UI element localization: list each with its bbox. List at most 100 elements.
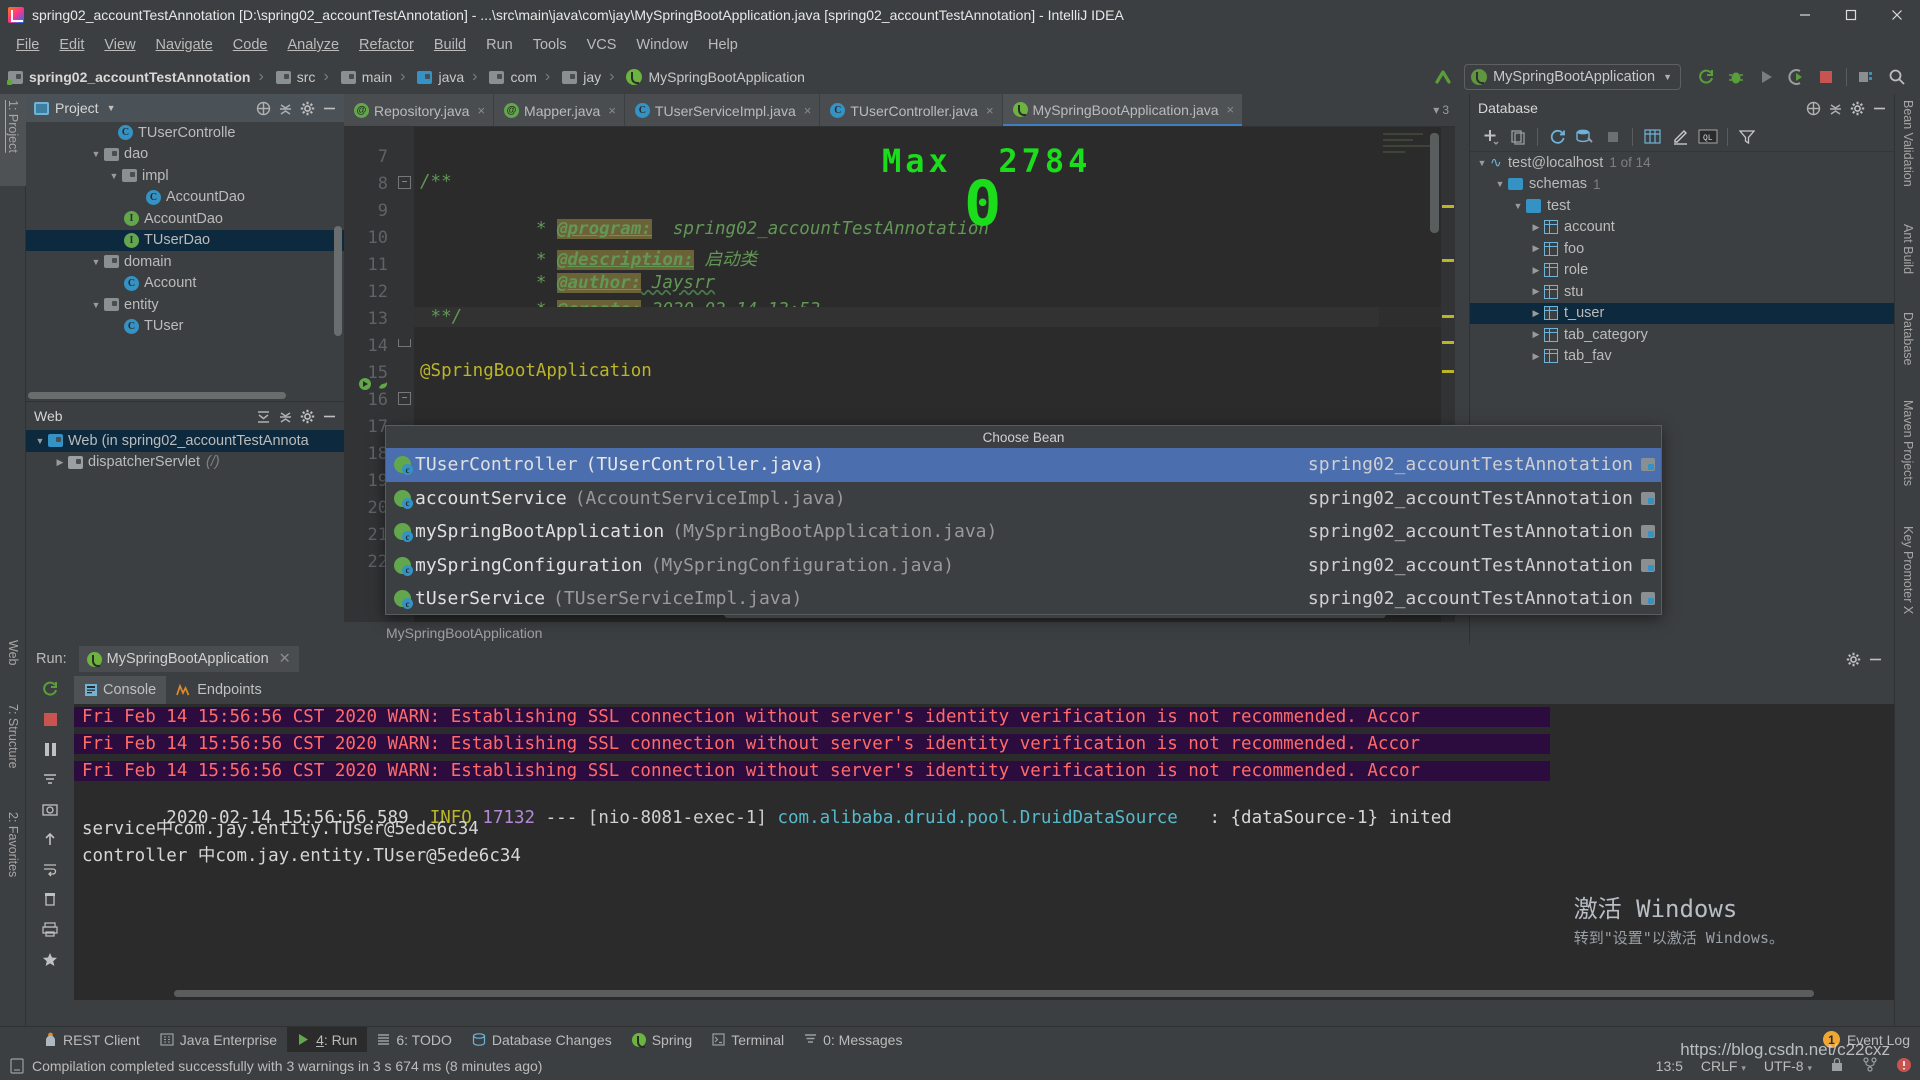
tool-button-ant-build[interactable]: Ant Build: [1895, 218, 1920, 302]
menu-navigate[interactable]: Navigate: [146, 34, 223, 56]
tree-item-tuserdao[interactable]: I TUserDao: [26, 229, 344, 251]
line-separator[interactable]: CRLF ▾: [1701, 1058, 1746, 1074]
bean-row-tusercontroller[interactable]: TUserController (TUserController.java) s…: [386, 448, 1661, 482]
chevron-down-icon[interactable]: ▼: [88, 257, 104, 267]
editor-tab-tuserserviceimpl[interactable]: C TUserServiceImpl.java ×: [624, 94, 820, 126]
bean-row-myspringbootapplication[interactable]: mySpringBootApplication (MySpringBootApp…: [386, 515, 1661, 549]
close-icon[interactable]: ×: [608, 103, 616, 118]
bottom-tab-messages[interactable]: 0: Messages: [794, 1027, 912, 1053]
gear-icon[interactable]: [296, 405, 318, 427]
bottom-tab-database-changes[interactable]: Database Changes: [462, 1027, 622, 1053]
chevron-right-icon[interactable]: ▶: [1528, 329, 1544, 340]
chevron-down-icon[interactable]: ▼: [106, 171, 122, 181]
tool-button-structure[interactable]: 7: Structure: [0, 698, 26, 802]
fold-end-icon[interactable]: [398, 339, 411, 347]
tree-item-web-module[interactable]: ▼ Web (in spring02_accountTestAnnota: [26, 430, 344, 452]
menu-view[interactable]: View: [94, 34, 145, 56]
sort-icon[interactable]: [26, 764, 74, 794]
chevron-right-icon[interactable]: ▶: [1528, 265, 1544, 276]
modify-table-icon[interactable]: [1666, 125, 1694, 149]
db-node-tab-fav[interactable]: ▶ tab_fav: [1470, 346, 1894, 368]
breadcrumb-src[interactable]: src ›: [268, 60, 333, 94]
tree-item-account[interactable]: C Account: [26, 273, 344, 295]
datasource-properties-icon[interactable]: [1571, 125, 1599, 149]
run-with-coverage-icon[interactable]: [1781, 62, 1811, 92]
scroll-up-icon[interactable]: [26, 824, 74, 854]
db-node-stu[interactable]: ▶ stu: [1470, 281, 1894, 303]
tree-item-dao[interactable]: ▼ dao: [26, 144, 344, 166]
rerun-icon[interactable]: [26, 674, 74, 704]
bean-row-myspringconfiguration[interactable]: mySpringConfiguration (MySpringConfigura…: [386, 549, 1661, 583]
minimize-button[interactable]: [1782, 0, 1828, 30]
console-horizontal-scrollbar[interactable]: [174, 990, 1814, 997]
breadcrumb-main[interactable]: main ›: [333, 60, 410, 94]
choose-bean-popup[interactable]: Choose Bean TUserController (TUserContro…: [385, 425, 1662, 615]
menu-refactor[interactable]: Refactor: [349, 34, 424, 56]
chevron-down-icon[interactable]: ▼: [32, 436, 48, 446]
close-icon[interactable]: ×: [477, 103, 485, 118]
tool-button-project[interactable]: 1: Project: [0, 94, 26, 186]
hide-panel-icon[interactable]: [1864, 648, 1886, 670]
project-tree[interactable]: C TUserControlle ▼ dao ▼ impl C AccountD…: [26, 122, 344, 401]
soft-wrap-icon[interactable]: [26, 854, 74, 884]
breadcrumb-java[interactable]: java ›: [409, 60, 481, 94]
tool-button-maven-projects[interactable]: Maven Projects: [1895, 394, 1920, 514]
menu-analyze[interactable]: Analyze: [277, 34, 349, 56]
db-node-connection[interactable]: ▼ ∿ test@localhost 1 of 14: [1470, 152, 1894, 174]
tree-item-impl[interactable]: ▼ impl: [26, 165, 344, 187]
bottom-tab-java-enterprise[interactable]: Java Enterprise: [150, 1027, 287, 1053]
console-output[interactable]: Fri Feb 14 15:56:56 CST 2020 WARN: Estab…: [74, 704, 1894, 1000]
fold-collapse-icon[interactable]: −: [398, 176, 411, 189]
db-node-foo[interactable]: ▶ foo: [1470, 238, 1894, 260]
editor-breadcrumb[interactable]: MySpringBootApplication: [344, 622, 1455, 644]
editor-tabs-overflow[interactable]: ▾ 3: [1433, 94, 1455, 126]
editor-tab-myspringbootapplication[interactable]: MySpringBootApplication.java ×: [1002, 94, 1243, 126]
bottom-tab-spring[interactable]: Spring: [622, 1027, 702, 1053]
tool-button-bean-validation[interactable]: Bean Validation: [1895, 94, 1920, 214]
clear-all-icon[interactable]: [26, 884, 74, 914]
caret-position[interactable]: 13:5: [1656, 1058, 1683, 1074]
table-editor-icon[interactable]: [1638, 125, 1666, 149]
db-node-role[interactable]: ▶ role: [1470, 260, 1894, 282]
maximize-button[interactable]: [1828, 0, 1874, 30]
editor-tab-mapper[interactable]: @ Mapper.java ×: [494, 94, 624, 126]
menu-window[interactable]: Window: [626, 34, 698, 56]
tree-item-tuser[interactable]: C TUser: [26, 316, 344, 338]
subtab-endpoints[interactable]: Endpoints: [166, 676, 272, 704]
run-icon[interactable]: [1751, 62, 1781, 92]
favorite-icon[interactable]: [26, 944, 74, 974]
project-structure-icon[interactable]: [1852, 62, 1882, 92]
chevron-down-icon[interactable]: ▼: [1510, 201, 1526, 211]
gutter-spring-icon[interactable]: [376, 377, 390, 396]
tree-item-accountdao[interactable]: I AccountDao: [26, 208, 344, 230]
collapse-all-icon[interactable]: [1824, 97, 1846, 119]
db-node-tab-category[interactable]: ▶ tab_category: [1470, 324, 1894, 346]
tree-item-accountdaoimpl[interactable]: C AccountDao: [26, 187, 344, 209]
tool-button-key-promoter[interactable]: Key Promoter X: [1895, 520, 1920, 644]
camera-icon[interactable]: [26, 794, 74, 824]
tool-button-database[interactable]: Database: [1895, 306, 1920, 390]
menu-vcs[interactable]: VCS: [577, 34, 627, 56]
menu-code[interactable]: Code: [223, 34, 278, 56]
scroll-from-source-icon[interactable]: [1802, 97, 1824, 119]
project-vertical-scrollbar[interactable]: [334, 226, 342, 336]
breadcrumb-class[interactable]: MySpringBootApplication: [618, 60, 808, 94]
breadcrumb-project[interactable]: spring02_accountTestAnnotation ›: [0, 60, 268, 94]
chevron-right-icon[interactable]: ▶: [1528, 351, 1544, 362]
bottom-tab-rest-client[interactable]: REST Client: [34, 1027, 150, 1053]
tree-item-domain[interactable]: ▼ domain: [26, 251, 344, 273]
db-node-t-user[interactable]: ▶ t_user: [1470, 302, 1894, 324]
editor-tab-tusercontroller[interactable]: C TUserController.java ×: [820, 94, 1002, 126]
bottom-tab-run[interactable]: 4: Run: [287, 1026, 368, 1053]
menu-build[interactable]: Build: [424, 34, 476, 56]
bean-row-tuserservice[interactable]: tUserService (TUserServiceImpl.java) spr…: [386, 582, 1661, 616]
db-node-schemas[interactable]: ▼ schemas 1: [1470, 174, 1894, 196]
db-node-test-schema[interactable]: ▼ test: [1470, 195, 1894, 217]
tool-button-favorites[interactable]: 2: Favorites: [0, 806, 26, 916]
tree-item-tusercontroller[interactable]: C TUserControlle: [26, 122, 344, 144]
file-encoding[interactable]: UTF-8 ▾: [1764, 1058, 1812, 1074]
search-icon[interactable]: [1882, 62, 1912, 92]
menu-run[interactable]: Run: [476, 34, 523, 56]
close-icon[interactable]: ×: [1227, 102, 1235, 117]
hide-panel-icon[interactable]: [318, 97, 340, 119]
